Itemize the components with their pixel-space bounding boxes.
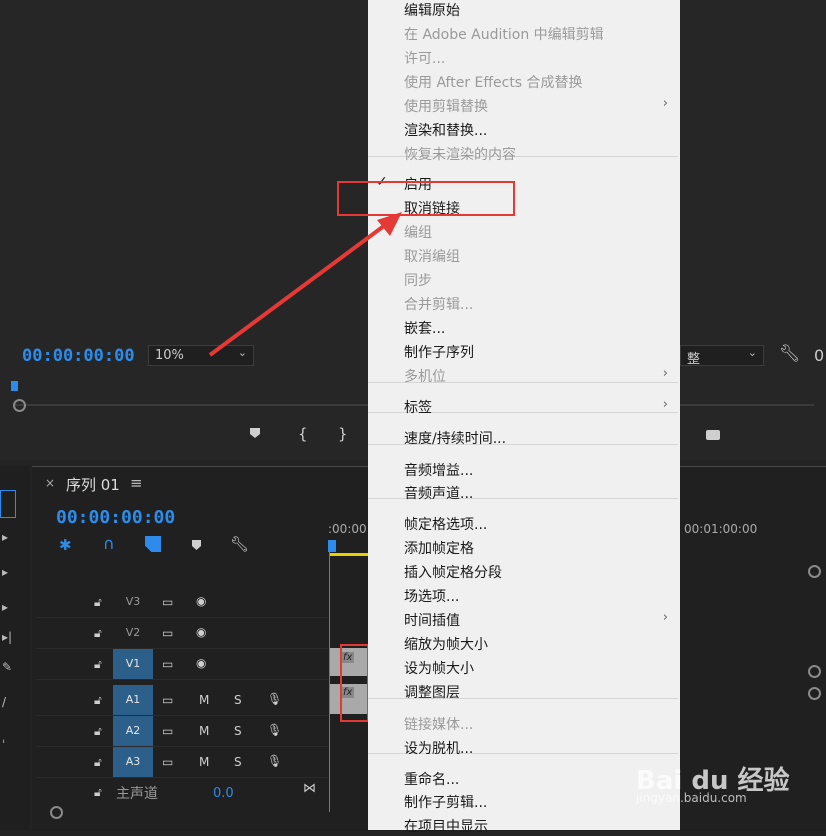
annotation-arrow — [208, 212, 402, 357]
watermark-url: jingyan.baidu.com — [636, 791, 747, 805]
